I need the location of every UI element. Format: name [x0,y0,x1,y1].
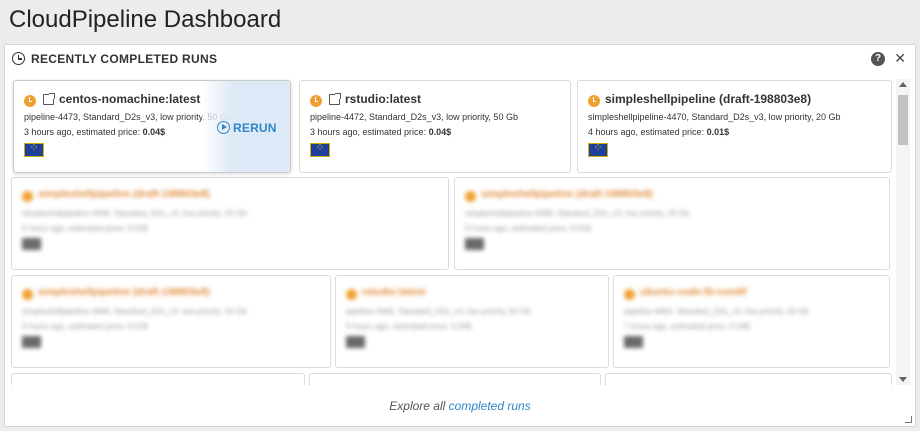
run-time-price: 3 hours ago, estimated price: 0.04$ [310,127,451,137]
run-time-price: 4 hours ago, estimated price: 0.01$ [588,127,729,137]
external-link-icon[interactable] [43,93,55,105]
run-card-blurred[interactable]: simpleshellpipeline (draft-198803e8) sim… [11,177,449,270]
clock-icon [12,52,25,65]
rerun-label: RERUN [233,121,277,135]
run-details: pipeline-4472, Standard_D2s_v3, low prio… [310,112,518,122]
run-card-blurred[interactable]: rstudio:latest pipeline-4465, Standard_D… [335,275,609,368]
region-flag-icon [346,336,365,348]
run-name: simpleshellpipeline (draft-198803e8) [38,287,210,298]
runs-grid: centos-nomachine:latest pipeline-4473, S… [11,79,894,385]
run-time: 4 hours ago, estimated price: [588,127,707,137]
blurred-content: simpleshellpipeline (draft-198803e8) sim… [455,178,889,269]
run-card-blurred[interactable]: simpleshellpipeline (draft-198803e8) sim… [11,275,331,368]
run-price: 0.04$ [142,127,166,137]
run-details: pipeline-4465, Standard_D2s_v3, low prio… [346,307,531,316]
blurred-content: rstudio:latest pipeline-4465, Standard_D… [336,276,608,367]
eu-flag-icon [588,141,608,157]
eu-flag-icon [310,141,330,157]
rerun-button[interactable]: RERUN [202,81,290,172]
resize-handle-icon[interactable] [905,416,912,423]
run-time-price: 5 hours ago, estimated price: 0.01$ [22,224,148,233]
page-title: CloudPipeline Dashboard [9,6,282,33]
scroll-down-icon[interactable] [899,377,907,382]
run-name[interactable]: rstudio:latest [345,92,421,106]
recent-runs-panel: RECENTLY COMPLETED RUNS ? ✕ centos-nomac… [4,44,916,427]
run-card[interactable]: rstudio:latest pipeline-4472, Standard_D… [299,80,571,173]
completed-runs-link[interactable]: completed runs [449,399,531,413]
status-completed-icon [588,95,600,107]
run-time-price: 3 hours ago, estimated price: 0.04$ [24,127,165,137]
run-details: simpleshellpipeline-4468, Standard_D2s_v… [465,209,690,218]
run-details: simpleshellpipeline-4470, Standard_D2s_v… [588,112,841,122]
close-icon[interactable]: ✕ [894,50,906,66]
help-icon[interactable]: ? [871,52,885,66]
run-price: 0.04$ [428,127,452,137]
status-completed-icon [346,289,357,300]
region-flag-icon [465,238,484,250]
eu-flag-icon [24,141,44,157]
status-completed-icon [22,191,33,202]
run-card-blurred[interactable]: simpleshellpipeline (draft-198803e8) sim… [454,177,890,270]
region-flag-icon [22,238,41,250]
panel-title: RECENTLY COMPLETED RUNS [31,52,218,66]
scrollbar[interactable] [896,79,910,385]
blurred-content: simpleshellpipeline (draft-198803e8) sim… [12,178,448,269]
run-card[interactable]: centos-nomachine:latest pipeline-4473, S… [13,80,291,173]
run-card-partial[interactable] [309,373,601,385]
run-time-price: 5 hours ago, estimated price: 0.01$ [465,224,591,233]
run-details: pipeline-4473, Standard_D2s_v3, low prio… [24,112,232,122]
external-link-icon[interactable] [329,93,341,105]
status-completed-icon [24,95,36,107]
run-time: 3 hours ago, estimated price: [24,127,143,137]
run-card[interactable]: simpleshellpipeline (draft-198803e8) sim… [577,80,892,173]
run-time-price: 6 hours ago, estimated price: 0.01$ [22,322,148,331]
run-time-price: 6 hours ago, estimated price: 0.04$ [346,322,472,331]
run-time-price: 7 hours ago, estimated price: 0.04$ [624,322,750,331]
status-completed-icon [624,289,635,300]
scroll-up-icon[interactable] [899,82,907,87]
run-name: ubuntu-code-fit-condif [640,287,747,298]
run-time: 3 hours ago, estimated price: [310,127,429,137]
region-flag-icon [624,336,643,348]
run-card-partial[interactable] [11,373,305,385]
run-details: simpleshellpipeline-4466, Standard_D2s_v… [22,307,247,316]
panel-footer: Explore all completed runs [5,399,915,413]
run-card-partial[interactable] [605,373,892,385]
blurred-content: ubuntu-code-fit-condif pipeline-4464, St… [614,276,889,367]
run-name[interactable]: simpleshellpipeline (draft-198803e8) [605,92,811,106]
run-name: simpleshellpipeline (draft-198803e8) [38,189,210,200]
footer-text: Explore all [389,399,449,413]
status-completed-icon [465,191,476,202]
status-completed-icon [310,95,322,107]
blurred-content: simpleshellpipeline (draft-198803e8) sim… [12,276,330,367]
panel-header: RECENTLY COMPLETED RUNS ? ✕ [5,45,915,73]
run-price: 0.01$ [706,127,730,137]
run-details: pipeline-4464, Standard_D2s_v3, low prio… [624,307,809,316]
run-card-blurred[interactable]: ubuntu-code-fit-condif pipeline-4464, St… [613,275,890,368]
play-circle-icon [217,121,230,134]
run-name: simpleshellpipeline (draft-198803e8) [481,189,653,200]
run-name[interactable]: centos-nomachine:latest [59,92,200,106]
region-flag-icon [22,336,41,348]
scroll-thumb[interactable] [898,95,908,145]
run-name: rstudio:latest [362,287,426,298]
status-completed-icon [22,289,33,300]
run-details: simpleshellpipeline-4469, Standard_D2s_v… [22,209,247,218]
